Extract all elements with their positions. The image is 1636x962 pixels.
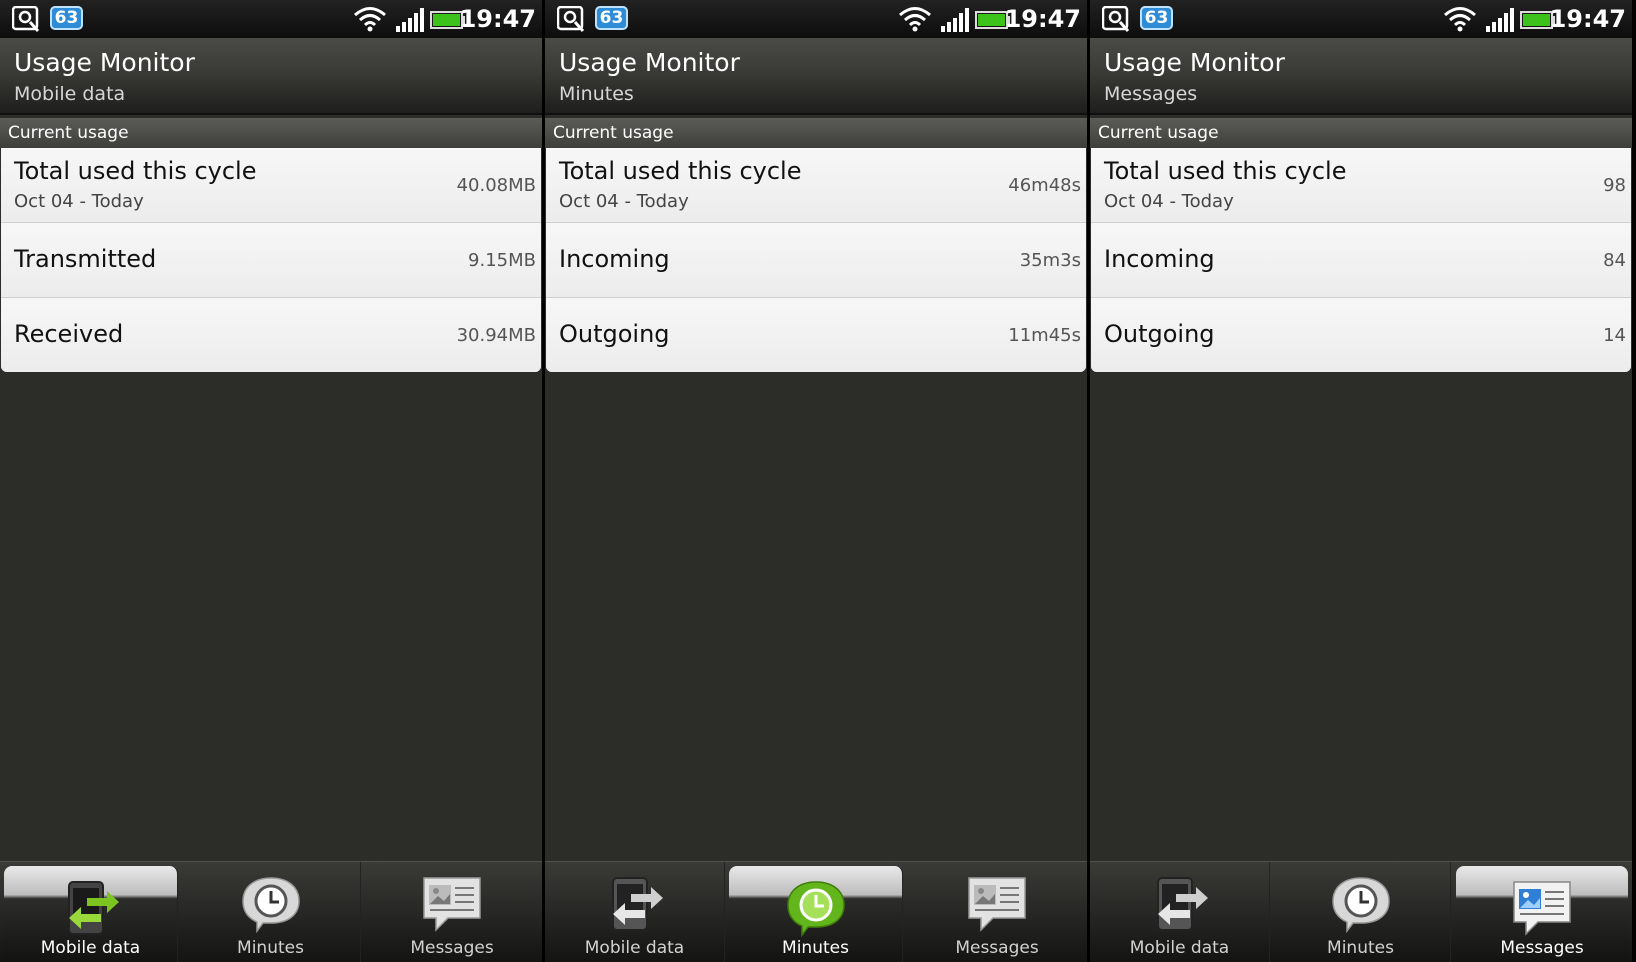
tab-label: Mobile data	[1129, 938, 1230, 958]
signal-icon	[941, 8, 969, 32]
download-icon	[557, 6, 585, 32]
row-date-range: Oct 04 - Today	[14, 191, 144, 212]
row-outgoing[interactable]: Outgoing 11m45s	[546, 298, 1086, 372]
tab-label: Messages	[955, 938, 1039, 958]
row-label: Outgoing	[559, 320, 670, 348]
usage-list: Total used this cycle Oct 04 - Today 40.…	[1, 148, 541, 372]
tab-mobile-data[interactable]: Mobile data	[545, 862, 725, 962]
phone-transfer-icon	[611, 877, 663, 931]
notification-badge: 63	[595, 6, 628, 30]
app-subtitle: Mobile data	[14, 83, 126, 105]
app-title: Usage Monitor	[14, 48, 195, 77]
row-transmitted[interactable]: Transmitted 9.15MB	[1, 223, 541, 298]
tab-minutes[interactable]: Minutes	[181, 862, 361, 962]
tab-messages[interactable]: Messages	[362, 862, 542, 962]
section-header: Current usage	[0, 118, 542, 148]
download-icon	[12, 6, 40, 32]
row-total-used[interactable]: Total used this cycle Oct 04 - Today 98	[1091, 148, 1631, 223]
wifi-icon	[354, 7, 386, 32]
app-title: Usage Monitor	[559, 48, 740, 77]
status-time: 19:47	[1004, 5, 1081, 33]
clock-icon	[241, 877, 300, 934]
row-total-used[interactable]: Total used this cycle Oct 04 - Today 46m…	[546, 148, 1086, 223]
title-bar: Usage Monitor Mobile data	[0, 38, 542, 115]
section-header: Current usage	[545, 118, 1087, 148]
title-bar: Usage Monitor Messages	[1090, 38, 1632, 115]
tab-mobile-data[interactable]: Mobile data	[4, 866, 178, 962]
tab-bar: Mobile data Minutes Messages	[0, 861, 542, 962]
usage-list: Total used this cycle Oct 04 - Today 98 …	[1091, 148, 1631, 372]
message-image-icon	[1513, 881, 1571, 936]
tab-minutes[interactable]: Minutes	[1271, 862, 1451, 962]
notification-badge: 63	[50, 6, 83, 30]
phone-transfer-icon	[1156, 877, 1208, 931]
tab-bar: Mobile data Minutes Messages	[1090, 861, 1632, 962]
row-incoming[interactable]: Incoming 35m3s	[546, 223, 1086, 298]
tab-label: Minutes	[237, 938, 304, 958]
signal-icon	[396, 8, 424, 32]
tab-label: Messages	[1500, 938, 1584, 958]
row-label: Transmitted	[14, 245, 157, 273]
row-label: Total used this cycle	[14, 157, 257, 185]
row-value: 35m3s	[1019, 250, 1081, 271]
row-label: Outgoing	[1104, 320, 1215, 348]
status-bar: 63 19:47	[0, 0, 542, 38]
row-value: 98	[1603, 175, 1626, 196]
tab-label: Minutes	[782, 938, 849, 958]
wifi-icon	[899, 7, 931, 32]
notification-badge: 63	[1140, 6, 1173, 30]
status-time: 19:47	[1549, 5, 1626, 33]
row-label: Incoming	[559, 245, 670, 273]
phone-transfer-icon	[67, 881, 119, 935]
row-value: 30.94MB	[456, 325, 536, 346]
row-value: 84	[1603, 250, 1626, 271]
title-bar: Usage Monitor Minutes	[545, 38, 1087, 115]
row-label: Received	[14, 320, 124, 348]
tab-messages[interactable]: Messages	[1456, 866, 1628, 962]
section-header: Current usage	[1090, 118, 1632, 148]
row-outgoing[interactable]: Outgoing 14	[1091, 298, 1631, 372]
tab-label: Minutes	[1327, 938, 1394, 958]
row-label: Total used this cycle	[559, 157, 802, 185]
message-image-icon	[423, 877, 481, 932]
row-received[interactable]: Received 30.94MB	[1, 298, 541, 372]
app-subtitle: Messages	[1104, 83, 1198, 105]
row-date-range: Oct 04 - Today	[559, 191, 689, 212]
status-time: 19:47	[459, 5, 536, 33]
download-icon	[1102, 6, 1130, 32]
status-bar: 63 19:47	[545, 0, 1087, 38]
app-title: Usage Monitor	[1104, 48, 1285, 77]
tab-label: Mobile data	[40, 938, 141, 958]
row-value: 14	[1603, 325, 1626, 346]
tab-label: Messages	[410, 938, 494, 958]
row-label: Total used this cycle	[1104, 157, 1347, 185]
screen-mobile-data: 63 19:47 Usage Monitor Mobile data Curre…	[0, 0, 542, 962]
tab-mobile-data[interactable]: Mobile data	[1090, 862, 1270, 962]
tab-messages[interactable]: Messages	[907, 862, 1087, 962]
row-value: 40.08MB	[456, 175, 536, 196]
screen-messages: 63 19:47 Usage Monitor Messages Current …	[1090, 0, 1632, 962]
tab-label: Mobile data	[584, 938, 685, 958]
row-incoming[interactable]: Incoming 84	[1091, 223, 1631, 298]
wifi-icon	[1444, 7, 1476, 32]
message-image-icon	[968, 877, 1026, 932]
tab-minutes[interactable]: Minutes	[729, 866, 903, 962]
row-value: 9.15MB	[468, 250, 536, 271]
status-bar: 63 19:47	[1090, 0, 1632, 38]
clock-icon	[786, 881, 845, 938]
tab-bar: Mobile data Minutes Messages	[545, 861, 1087, 962]
screen-minutes: 63 19:47 Usage Monitor Minutes Current u…	[545, 0, 1087, 962]
row-value: 11m45s	[1008, 325, 1081, 346]
row-date-range: Oct 04 - Today	[1104, 191, 1234, 212]
app-subtitle: Minutes	[559, 83, 634, 105]
signal-icon	[1486, 8, 1514, 32]
clock-icon	[1331, 877, 1390, 934]
row-value: 46m48s	[1008, 175, 1081, 196]
row-total-used[interactable]: Total used this cycle Oct 04 - Today 40.…	[1, 148, 541, 223]
row-label: Incoming	[1104, 245, 1215, 273]
usage-list: Total used this cycle Oct 04 - Today 46m…	[546, 148, 1086, 372]
